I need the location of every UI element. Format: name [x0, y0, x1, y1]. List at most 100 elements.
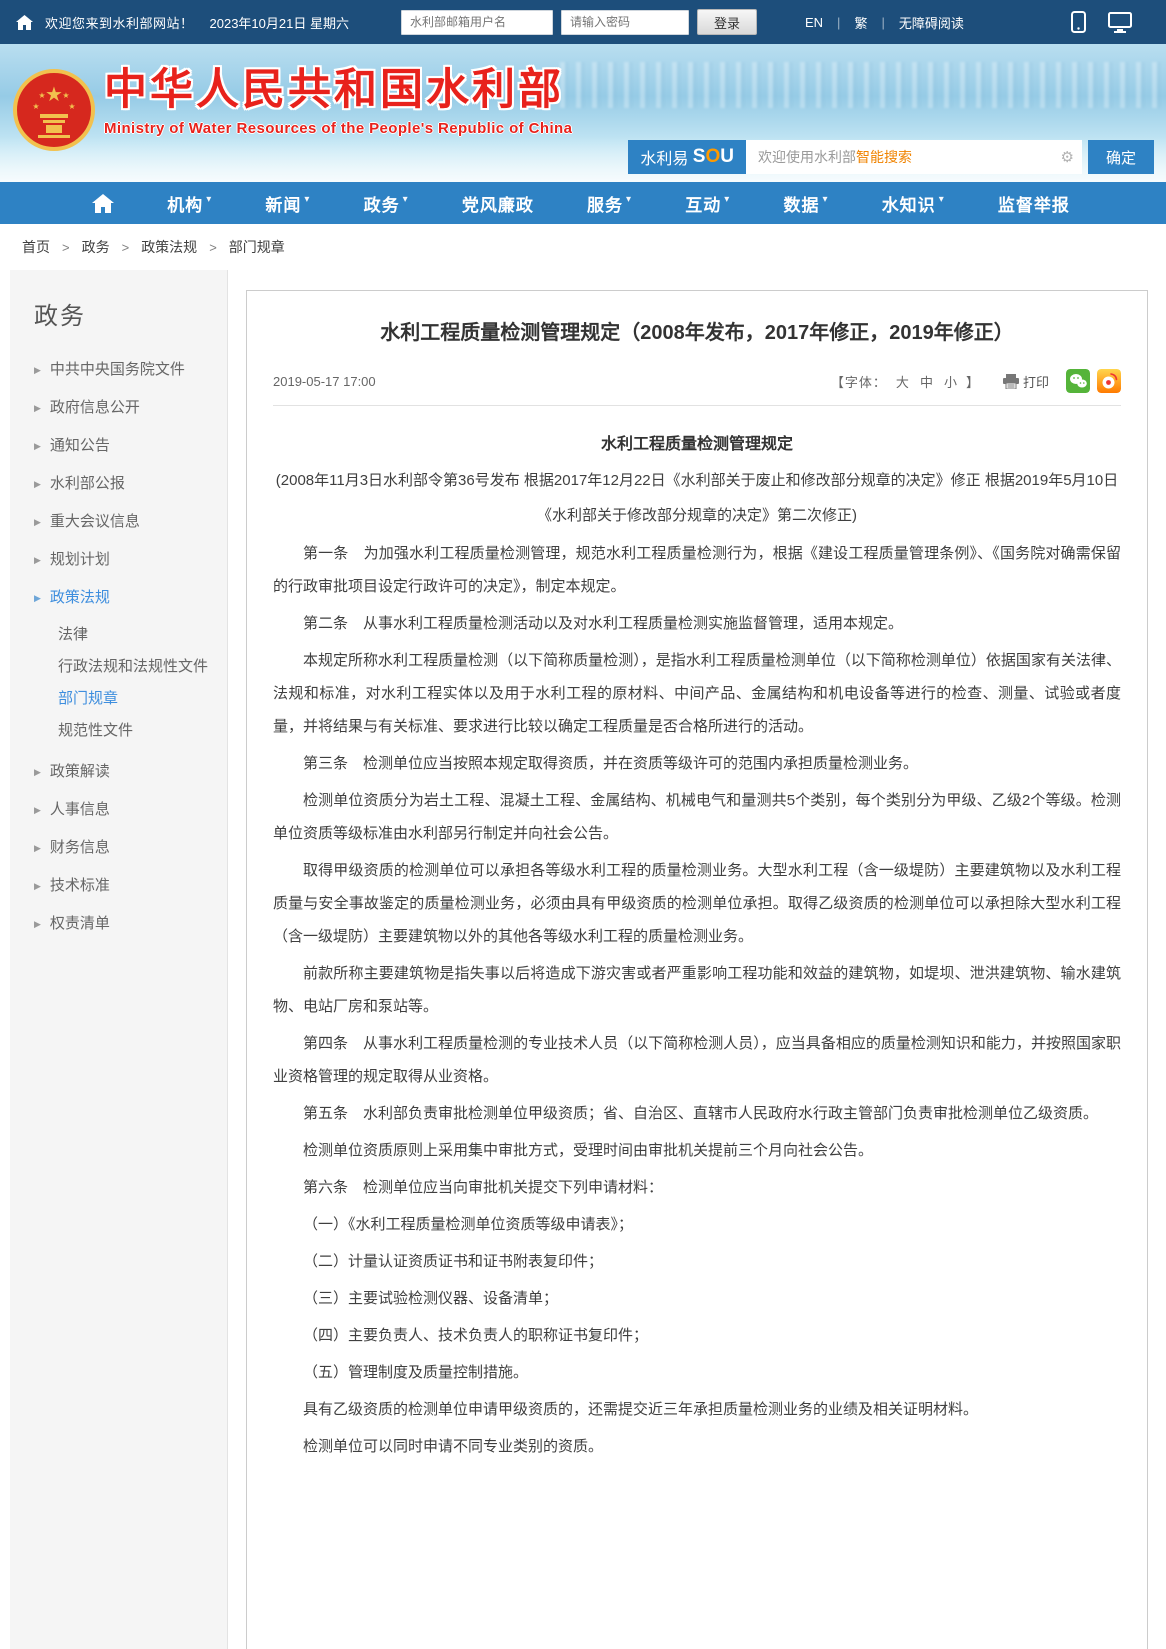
- font-large-button[interactable]: 大: [896, 372, 909, 391]
- wechat-share-icon[interactable]: [1066, 369, 1090, 393]
- article-paragraph: 具有乙级资质的检测单位申请甲级资质的，还需提交近三年承担质量检测业务的业绩及相关…: [273, 1393, 1121, 1426]
- breadcrumb-current: 部门规章: [229, 237, 285, 257]
- weibo-share-icon[interactable]: [1097, 369, 1121, 393]
- article-paragraph: 本规定所称水利工程质量检测（以下简称质量检测），是指水利工程质量检测单位（以下简…: [273, 644, 1121, 743]
- article-paragraph: （四）主要负责人、技术负责人的职称证书复印件；: [273, 1319, 1121, 1352]
- search-brand: 水利易 SOU: [628, 140, 746, 174]
- document-heading: 水利工程质量检测管理规定: [273, 430, 1121, 454]
- nav-item-dangfeng-lianzheng[interactable]: 党风廉政: [462, 191, 534, 216]
- chevron-down-icon: ▾: [304, 194, 310, 205]
- sidebar-item-label: 规划计划: [50, 551, 110, 569]
- content-area: 政务 ▶中共中央国务院文件▶政府信息公开▶通知公告▶水利部公报▶重大会议信息▶规…: [0, 270, 1166, 1649]
- search-brand-s: S: [693, 146, 706, 168]
- sidebar-item-xingzheng-fagui[interactable]: 行政法规和法规性文件: [10, 651, 227, 683]
- nav-item-xinwen[interactable]: 新闻▾: [265, 191, 310, 216]
- sidebar-item-caiwu-xinxi[interactable]: ▶财务信息: [10, 829, 227, 867]
- arrow-right-icon: ▶: [34, 441, 41, 452]
- sidebar-item-xinxi-gongkai[interactable]: ▶政府信息公开: [10, 389, 227, 427]
- sidebar-item-zhengce-fagui[interactable]: ▶政策法规: [10, 579, 227, 617]
- home-icon[interactable]: [16, 15, 33, 30]
- sidebar-item-guihua-jihua[interactable]: ▶ 规划计划: [10, 541, 227, 579]
- monitor-icon[interactable]: [1108, 12, 1132, 33]
- breadcrumb-separator: >: [209, 240, 217, 255]
- nav-item-label: 机构: [167, 191, 203, 216]
- sidebar-heading: 政务: [10, 284, 227, 351]
- sidebar-item-jishu-biaozhun[interactable]: ▶技术标准: [10, 867, 227, 905]
- article-paragraph: 第六条 检测单位应当向审批机关提交下列申请材料：: [273, 1171, 1121, 1204]
- nav-item-shuju[interactable]: 数据▾: [783, 191, 828, 216]
- lang-en-link[interactable]: EN: [805, 15, 823, 30]
- print-label: 打印: [1023, 372, 1049, 391]
- font-medium-button[interactable]: 中: [920, 372, 933, 391]
- sidebar-item-renshi-xinxi[interactable]: ▶人事信息: [10, 791, 227, 829]
- sidebar-item-huiyi-xinxi[interactable]: ▶重大会议信息: [10, 503, 227, 541]
- nav-item-label: 水知识: [882, 191, 936, 216]
- sidebar-item-label: 行政法规和法规性文件: [58, 658, 208, 676]
- arrow-right-icon: ▶: [34, 555, 41, 566]
- sidebar-item-label: 技术标准: [50, 877, 110, 895]
- svg-text:★: ★: [45, 84, 63, 106]
- sidebar-item-bumen-guizhang[interactable]: 部门规章: [10, 683, 227, 715]
- search-submit-button[interactable]: 确定: [1088, 140, 1154, 174]
- search-bar: 水利易 SOU 欢迎使用水利部智能搜索 ⚙ 确定: [628, 140, 1154, 174]
- gear-icon[interactable]: ⚙: [1061, 148, 1074, 166]
- accessibility-link[interactable]: 无障碍阅读: [899, 13, 964, 32]
- nav-home-icon[interactable]: [92, 194, 114, 213]
- site-subtitle: Ministry of Water Resources of the Peopl…: [104, 120, 572, 137]
- sidebar-item-label: 水利部公报: [50, 475, 125, 493]
- mobile-phone-icon[interactable]: [1071, 11, 1086, 33]
- svg-text:★: ★: [62, 91, 69, 100]
- lang-group: EN | 繁 | 无障碍阅读: [805, 13, 964, 32]
- sidebar-item-guifanxing-wenjian[interactable]: 规范性文件: [10, 715, 227, 747]
- page-title: 水利工程质量检测管理规定（2008年发布，2017年修正，2019年修正）: [273, 317, 1121, 349]
- arrow-right-icon: ▶: [34, 365, 41, 376]
- nav-item-jiandu-jubao[interactable]: 监督举报: [998, 191, 1070, 216]
- chevron-down-icon: ▾: [724, 194, 730, 205]
- printer-icon: [1003, 374, 1019, 389]
- separator: |: [837, 15, 840, 30]
- chevron-down-icon: ▾: [822, 194, 828, 205]
- article-tools: 【字体： 大 中 小 】 打印: [831, 369, 1121, 393]
- article-paragraph: 第四条 从事水利工程质量检测的专业技术人员（以下简称检测人员），应当具备相应的质…: [273, 1027, 1121, 1093]
- sidebar-item-tongzhi-gonggao[interactable]: ▶通知公告: [10, 427, 227, 465]
- breadcrumb: 首页 > 政务 > 政策法规 > 部门规章: [0, 224, 1166, 270]
- breadcrumb-home[interactable]: 首页: [22, 237, 50, 257]
- nav-item-shuizhishi[interactable]: 水知识▾: [882, 191, 945, 216]
- sidebar-item-label: 重大会议信息: [50, 513, 140, 531]
- nav-item-fuwu[interactable]: 服务▾: [587, 191, 632, 216]
- article-paragraph: （一）《水利工程质量检测单位资质等级申请表》；: [273, 1208, 1121, 1241]
- article-paragraph: (2008年11月3日水利部令第36号发布 根据2017年12月22日《水利部关…: [273, 464, 1121, 533]
- sidebar-item-zhengce-jiedu[interactable]: ▶政策解读: [10, 753, 227, 791]
- sidebar-item-falv[interactable]: 法律: [10, 619, 227, 651]
- arrow-right-icon: ▶: [34, 479, 41, 490]
- nav-item-jigou[interactable]: 机构▾: [167, 191, 212, 216]
- login-button[interactable]: 登录: [697, 9, 757, 35]
- breadcrumb-zhengce-fagui[interactable]: 政策法规: [141, 237, 197, 257]
- print-button[interactable]: 打印: [1003, 372, 1049, 391]
- current-date: 2023年10月21日 星期六: [210, 13, 349, 32]
- nav-item-label: 互动: [685, 191, 721, 216]
- nav-item-zhengwu[interactable]: 政务▾: [364, 191, 409, 216]
- lang-traditional-link[interactable]: 繁: [854, 13, 867, 32]
- sidebar-item-label: 权责清单: [50, 915, 110, 933]
- sidebar-item-zhongyang-wenjian[interactable]: ▶ 中共中央国务院文件: [10, 351, 227, 389]
- article-box: 水利工程质量检测管理规定（2008年发布，2017年修正，2019年修正） 20…: [246, 290, 1148, 1649]
- sidebar-item-quanze-qingdan[interactable]: ▶权责清单: [10, 905, 227, 943]
- sidebar-item-gongbao[interactable]: ▶ 水利部公报: [10, 465, 227, 503]
- device-icons: [1071, 11, 1150, 33]
- article-paragraph: 检测单位可以同时申请不同专业类别的资质。: [273, 1430, 1121, 1463]
- login-group: 登录: [401, 9, 757, 35]
- svg-text:★: ★: [68, 102, 75, 111]
- nav-item-hudong[interactable]: 互动▾: [685, 191, 730, 216]
- search-magnifier-o: O: [705, 146, 720, 168]
- national-emblem: ★ ★ ★ ★ ★: [12, 68, 96, 152]
- chevron-down-icon: ▾: [939, 194, 945, 205]
- sidebar-item-label: 中共中央国务院文件: [50, 361, 185, 379]
- breadcrumb-zhengwu[interactable]: 政务: [82, 237, 110, 257]
- mail-username-input[interactable]: [401, 10, 553, 35]
- password-input[interactable]: [561, 10, 689, 35]
- sidebar-item-label: 政策解读: [50, 763, 110, 781]
- font-small-button[interactable]: 小: [944, 372, 957, 391]
- article-paragraph: 检测单位资质原则上采用集中审批方式，受理时间由审批机关提前三个月向社会公告。: [273, 1134, 1121, 1167]
- search-input[interactable]: 欢迎使用水利部智能搜索 ⚙: [746, 140, 1082, 174]
